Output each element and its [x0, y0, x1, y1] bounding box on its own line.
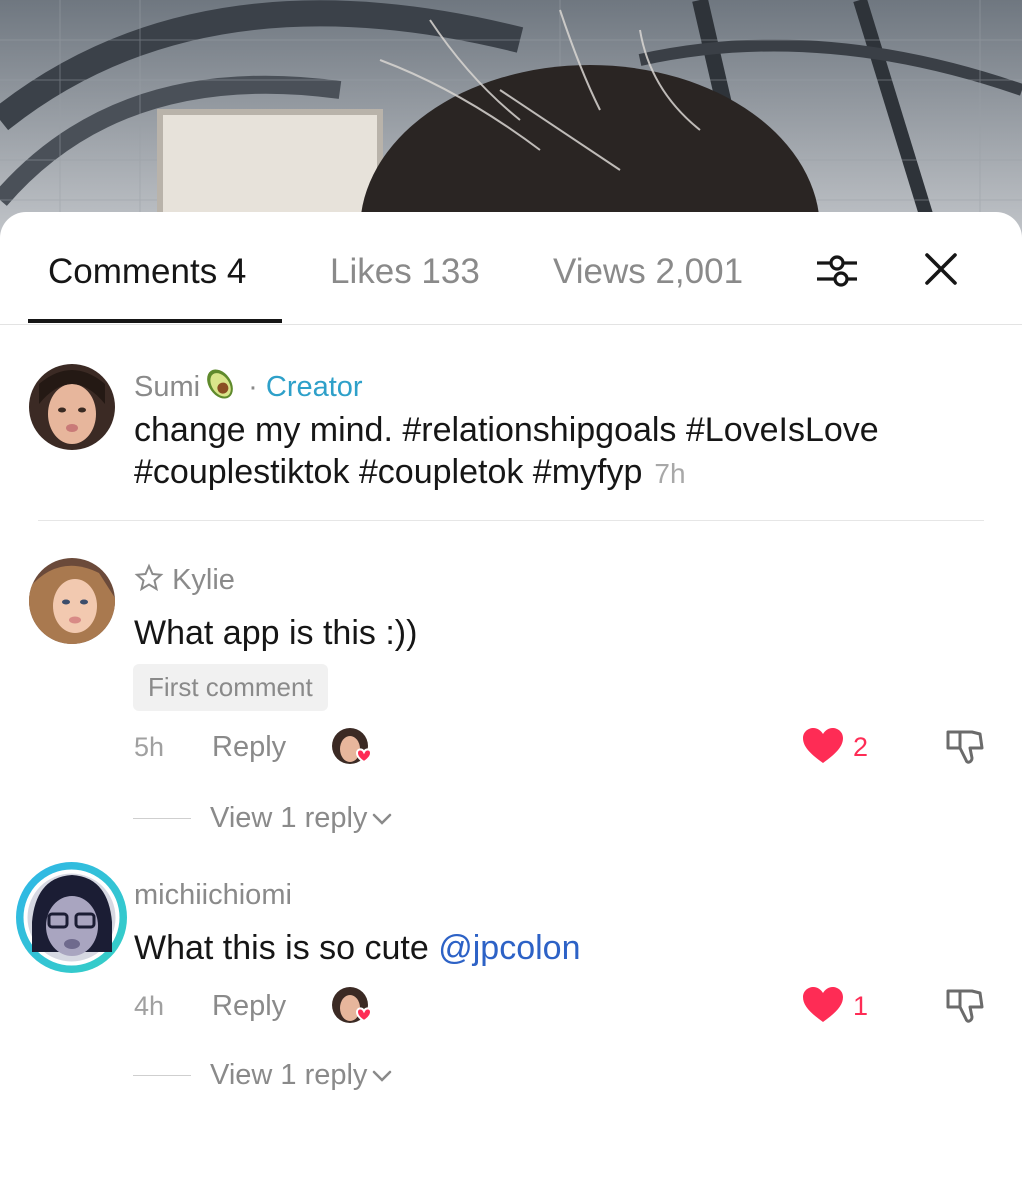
- chevron-down-icon: [367, 1059, 393, 1091]
- avatar-sumi[interactable]: [29, 364, 115, 450]
- view-replies-button[interactable]: View 1 reply: [210, 1057, 393, 1093]
- comment-text: What app is this :)): [134, 614, 418, 652]
- comment-username[interactable]: michiichiomi: [134, 877, 292, 913]
- heart-filled-icon[interactable]: [801, 985, 845, 1030]
- caption-hashtags-line1[interactable]: #relationshipgoals #LoveIsLove: [402, 411, 878, 449]
- divider: [38, 520, 984, 521]
- creator-liked-avatar: [331, 727, 373, 767]
- username-text: michiichiomi: [134, 879, 292, 911]
- tab-likes[interactable]: Likes 133: [330, 250, 480, 294]
- comment-time: 5h: [134, 732, 165, 762]
- chevron-down-icon: [367, 802, 393, 834]
- tab-bar: Comments 4 Likes 133 Views 2,001: [0, 212, 1022, 325]
- reply-button[interactable]: Reply: [212, 729, 286, 765]
- star-outline-icon: [134, 563, 164, 602]
- replies-divider-line: [133, 1075, 191, 1076]
- view-replies-button[interactable]: View 1 reply: [210, 800, 393, 836]
- tab-comments[interactable]: Comments 4: [48, 250, 246, 294]
- like-count: 2: [853, 732, 869, 762]
- view-replies-label: View 1 reply: [210, 802, 368, 834]
- like-count: 1: [853, 991, 869, 1021]
- comment-username[interactable]: Kylie: [134, 562, 235, 602]
- caption-time: 7h: [654, 458, 686, 489]
- active-tab-indicator: [28, 319, 282, 323]
- avocado-icon: [200, 366, 240, 411]
- creator-label: Creator: [265, 371, 363, 403]
- comment-text: What this is so cute @jpcolon: [134, 927, 581, 969]
- tab-views[interactable]: Views 2,001: [553, 250, 743, 294]
- dislike-icon[interactable]: [942, 726, 986, 773]
- avatar-kylie[interactable]: [29, 558, 115, 644]
- replies-divider-line: [133, 818, 191, 819]
- heart-filled-icon[interactable]: [801, 726, 845, 771]
- username-text: Sumi: [134, 371, 201, 403]
- username-text: Kylie: [172, 564, 235, 596]
- caption-hashtags-line2[interactable]: #couplestiktok #coupletok #myfyp: [134, 453, 642, 491]
- first-comment-badge: First comment: [133, 664, 328, 711]
- sliders-icon[interactable]: [814, 248, 860, 299]
- reply-button[interactable]: Reply: [212, 988, 286, 1024]
- comment-plain: What this is so cute: [134, 929, 429, 967]
- mention-link[interactable]: @jpcolon: [438, 929, 580, 967]
- creator-liked-avatar: [331, 986, 373, 1026]
- separator: ·: [248, 371, 258, 403]
- view-replies-label: View 1 reply: [210, 1059, 368, 1091]
- close-icon[interactable]: [922, 250, 960, 293]
- caption-text: change my mind. #relationshipgoals #Love…: [134, 409, 994, 495]
- caption-plain: change my mind.: [134, 411, 393, 449]
- dislike-icon[interactable]: [942, 985, 986, 1032]
- comment-time: 4h: [134, 991, 165, 1021]
- avatar-michiichiomi[interactable]: [16, 862, 127, 973]
- comment-username[interactable]: Sumi · Creator: [134, 366, 363, 411]
